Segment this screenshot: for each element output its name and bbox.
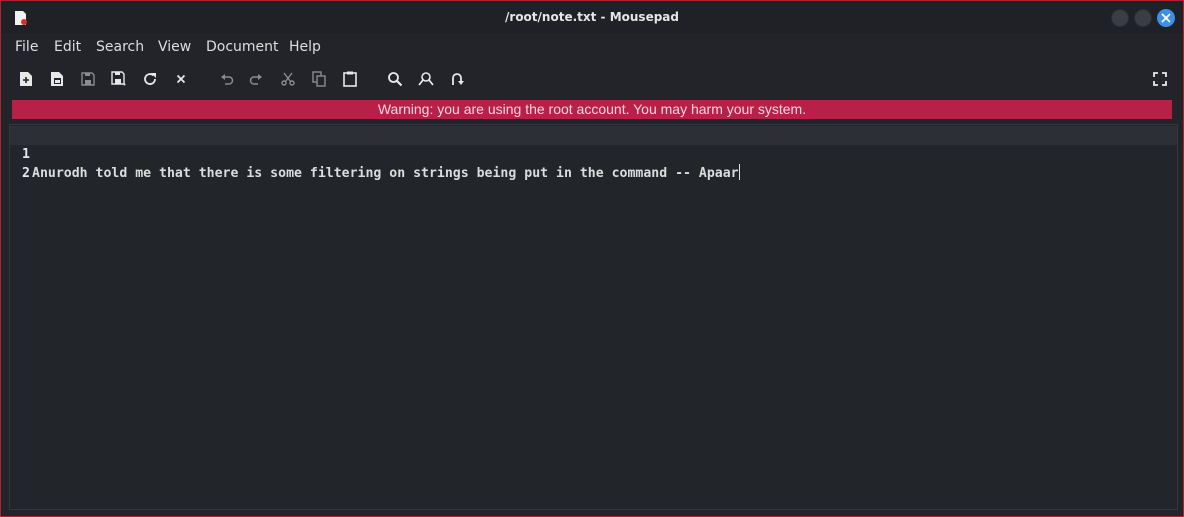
root-warning-bar: Warning: you are using the root account.… [12, 100, 1172, 119]
save-as-icon[interactable] [109, 69, 129, 89]
menu-document[interactable]: Document [206, 33, 279, 61]
editor-line[interactable]: 1 Anurodh told me that there is some fil… [10, 126, 1177, 181]
mousepad-window: /root/note.txt - Mousepad File Edit Sear… [0, 0, 1184, 517]
toolbar [1, 63, 1183, 95]
window-title: /root/note.txt - Mousepad [505, 10, 679, 24]
find-replace-icon[interactable] [416, 69, 436, 89]
minimize-button[interactable] [1111, 9, 1129, 27]
undo-icon[interactable] [217, 69, 237, 89]
line-number: 2 [22, 166, 30, 181]
menu-help[interactable]: Help [289, 33, 321, 61]
new-document-icon[interactable] [16, 69, 36, 89]
find-icon[interactable] [385, 69, 405, 89]
text-editor[interactable]: 1 Anurodh told me that there is some fil… [9, 124, 1178, 510]
goto-line-icon[interactable] [447, 69, 467, 89]
close-icon [1161, 13, 1171, 23]
redo-icon[interactable] [246, 69, 266, 89]
menu-bar: File Edit Search View Document Help [1, 33, 1183, 61]
editor-line[interactable]: 2 [10, 145, 1177, 181]
reload-icon[interactable] [140, 69, 160, 89]
close-document-icon[interactable] [171, 69, 191, 89]
new-window-icon[interactable] [47, 69, 67, 89]
menu-search[interactable]: Search [96, 33, 144, 61]
close-window-button[interactable] [1157, 9, 1175, 27]
maximize-button[interactable] [1134, 9, 1152, 27]
text-cursor [738, 164, 740, 180]
menu-edit[interactable]: Edit [54, 33, 81, 61]
copy-icon[interactable] [309, 69, 329, 89]
cut-icon[interactable] [278, 69, 298, 89]
paste-icon[interactable] [340, 69, 360, 89]
fullscreen-icon[interactable] [1150, 69, 1170, 89]
title-bar[interactable]: /root/note.txt - Mousepad [1, 1, 1183, 33]
menu-view[interactable]: View [158, 33, 191, 61]
menu-file[interactable]: File [15, 33, 38, 61]
save-icon[interactable] [78, 69, 98, 89]
line-text: Anurodh told me that there is some filte… [32, 166, 739, 181]
